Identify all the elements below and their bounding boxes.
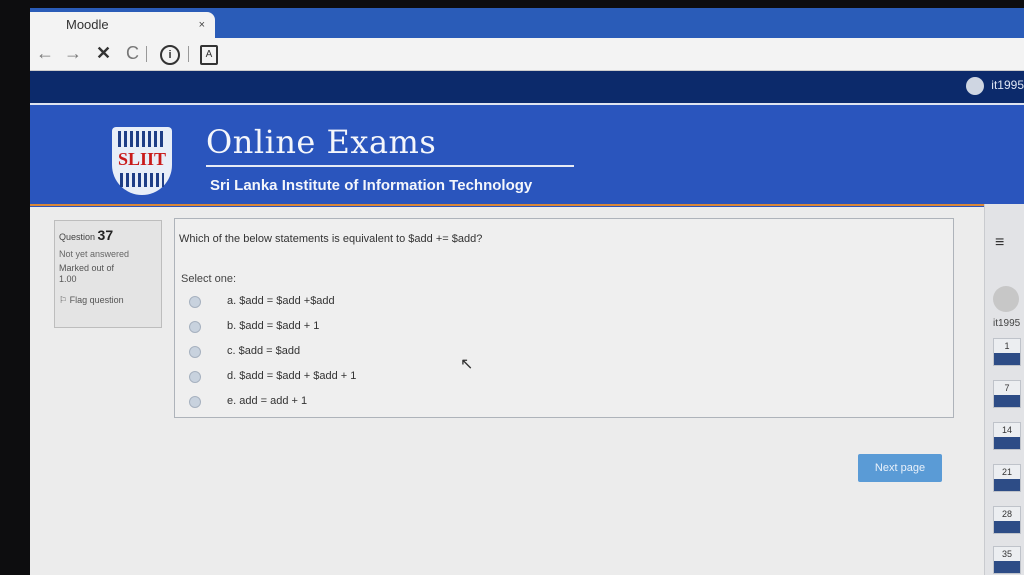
answer-label: c. $add = $add	[227, 345, 301, 357]
question-number: Question 37	[59, 227, 157, 243]
flag-question[interactable]: ⚐ Flag question	[59, 295, 157, 306]
reload-icon[interactable]: C	[126, 43, 139, 64]
question-label: Question	[59, 232, 96, 242]
title-divider	[206, 165, 574, 167]
tab-title: Moodle	[66, 17, 109, 32]
screen: Moodle × ← → ✕ C i A it1995 SLIIT Online…	[30, 8, 1024, 575]
forward-icon[interactable]: →	[64, 43, 82, 64]
question-box: Which of the below statements is equival…	[174, 218, 954, 418]
quiz-nav-number: 35	[1001, 549, 1012, 559]
quiz-nav-status	[994, 353, 1020, 365]
logo-text: SLIIT	[117, 149, 167, 169]
quiz-nav-button[interactable]: 7	[993, 380, 1021, 408]
flag-question-label: Flag question	[69, 295, 124, 305]
answer-label: a. $add = $add +$add	[227, 295, 335, 307]
toolbar-separator	[188, 46, 189, 62]
site-subtitle: Sri Lanka Institute of Information Techn…	[210, 177, 533, 194]
quiz-nav-button[interactable]: 21	[993, 464, 1021, 492]
radio-button[interactable]	[189, 321, 201, 333]
radio-button[interactable]	[189, 371, 201, 383]
radio-button[interactable]	[189, 296, 201, 308]
next-page-button[interactable]: Next page	[858, 454, 942, 482]
site-banner: SLIIT Online Exams Sri Lanka Institute o…	[30, 103, 1024, 207]
question-info: Question 37 Not yet answered Marked out …	[54, 220, 162, 328]
toolbar-separator	[146, 46, 147, 62]
quiz-nav-button[interactable]: 28	[993, 506, 1021, 534]
username: it1995	[991, 78, 1024, 93]
browser-toolbar: ← → ✕ C i A	[30, 38, 1024, 71]
site-title: Online Exams	[206, 123, 437, 161]
quiz-nav-status	[994, 521, 1020, 533]
banner-underline	[30, 204, 1024, 206]
quiz-nav-status	[994, 479, 1020, 491]
mark-value: 1.00	[59, 274, 77, 284]
marked-label: Marked out of	[59, 263, 115, 273]
user-menu[interactable]: it1995	[965, 77, 1024, 95]
question-number-value: 37	[97, 227, 114, 243]
answer-label: b. $add = $add + 1	[227, 320, 320, 332]
stop-icon[interactable]: ✕	[96, 43, 111, 64]
flag-icon: ⚐	[59, 295, 68, 305]
question-text: Which of the below statements is equival…	[179, 233, 483, 245]
quiz-nav-number: 28	[1001, 509, 1012, 519]
radio-button[interactable]	[189, 396, 201, 408]
browser-tab[interactable]: Moodle ×	[30, 12, 215, 38]
logo-pattern	[120, 173, 164, 187]
quiz-nav-button[interactable]: 35	[993, 546, 1021, 574]
answer-label: e. add = add + 1	[227, 395, 308, 407]
quiz-navigation-panel: ≡ it1995 1 7 14 21 28 35	[984, 204, 1024, 575]
quiz-nav-status	[994, 437, 1020, 449]
back-icon[interactable]: ←	[36, 43, 54, 64]
moodle-navbar: it1995	[30, 71, 1024, 103]
browser-tab-bar: Moodle ×	[30, 8, 1024, 38]
question-grade: Marked out of 1.00	[59, 263, 157, 285]
logo-pattern	[118, 131, 166, 147]
quiz-nav-number: 7	[1004, 383, 1010, 393]
page-icon[interactable]: A	[200, 45, 218, 65]
site-info-icon[interactable]: i	[160, 45, 180, 65]
mouse-cursor-icon: ↖	[460, 356, 474, 373]
quiz-nav-button[interactable]: 1	[993, 338, 1021, 366]
quiz-nav-number: 1	[1004, 341, 1010, 351]
quiz-nav-number: 21	[1001, 467, 1012, 477]
quiz-nav-status	[994, 561, 1020, 573]
tab-close-icon[interactable]: ×	[199, 12, 205, 38]
menu-icon[interactable]: ≡	[995, 234, 1004, 252]
panel-username: it1995	[993, 318, 1021, 329]
question-state: Not yet answered	[59, 249, 130, 259]
quiz-nav-status	[994, 395, 1020, 407]
sliit-logo: SLIIT	[112, 127, 172, 195]
avatar	[993, 286, 1019, 312]
radio-button[interactable]	[189, 346, 201, 358]
quiz-nav-number: 14	[1001, 425, 1012, 435]
select-one-label: Select one:	[181, 273, 237, 285]
answer-label: d. $add = $add + $add + 1	[227, 370, 357, 382]
quiz-nav-button[interactable]: 14	[993, 422, 1021, 450]
avatar	[965, 77, 984, 95]
